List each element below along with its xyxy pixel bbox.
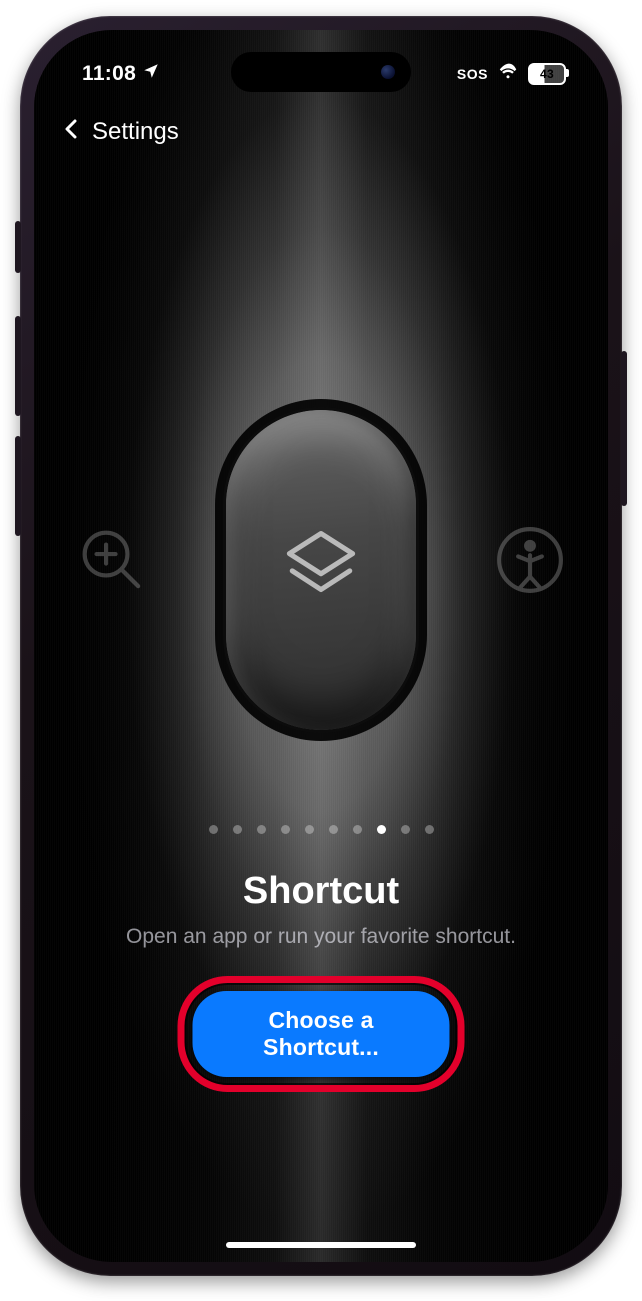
page-dot <box>233 825 242 834</box>
chevron-left-icon <box>60 115 84 149</box>
status-time: 11:08 <box>82 62 136 86</box>
battery-icon: 43 <box>528 63 566 85</box>
phone-side-button <box>621 351 627 506</box>
front-camera-icon <box>381 65 395 79</box>
choose-shortcut-button[interactable]: Choose a Shortcut... <box>193 991 450 1077</box>
phone-side-button <box>15 316 21 416</box>
action-button-preview <box>226 410 416 730</box>
back-label: Settings <box>92 118 179 146</box>
phone-frame: 11:08 SOS 43 <box>20 16 622 1276</box>
back-button[interactable]: Settings <box>60 115 179 149</box>
page-dot <box>401 825 410 834</box>
page-dot-active <box>377 825 386 834</box>
phone-side-button <box>15 436 21 536</box>
page-dot <box>257 825 266 834</box>
page-dot <box>281 825 290 834</box>
page-dot <box>329 825 338 834</box>
page-dot <box>353 825 362 834</box>
shortcuts-icon <box>275 522 367 619</box>
wifi-icon <box>497 60 519 88</box>
annotation-highlight: Choose a Shortcut... <box>178 976 465 1092</box>
carousel-next-icon[interactable] <box>492 522 568 598</box>
phone-side-button <box>15 221 21 273</box>
page-dot <box>425 825 434 834</box>
page-dot <box>209 825 218 834</box>
location-arrow-icon <box>142 62 160 86</box>
page-title: Shortcut <box>34 870 608 913</box>
dynamic-island <box>231 52 411 92</box>
page-subtitle: Open an app or run your favorite shortcu… <box>34 925 608 949</box>
battery-percent: 43 <box>540 67 554 81</box>
sos-indicator: SOS <box>457 66 488 82</box>
carousel-prev-icon[interactable] <box>74 522 150 598</box>
screen: 11:08 SOS 43 <box>34 30 608 1262</box>
home-indicator[interactable] <box>226 1242 416 1248</box>
page-indicator[interactable] <box>34 825 608 834</box>
page-dot <box>305 825 314 834</box>
